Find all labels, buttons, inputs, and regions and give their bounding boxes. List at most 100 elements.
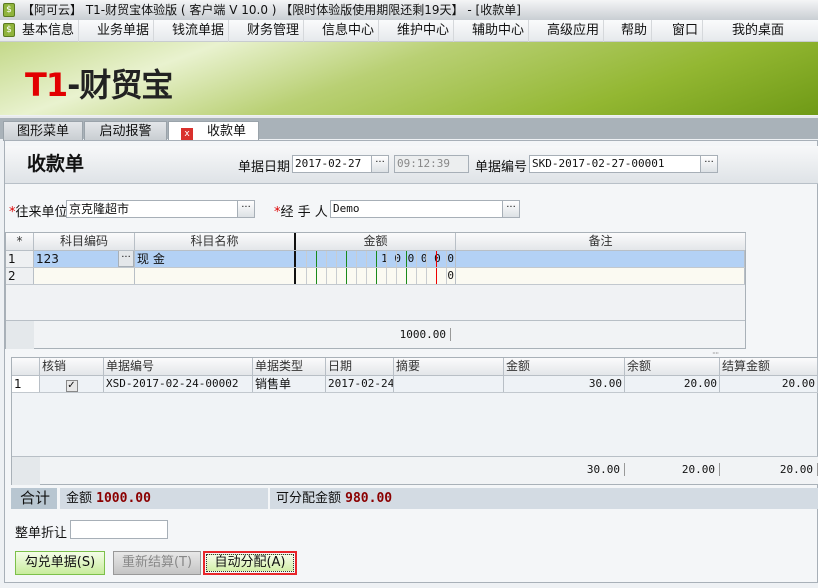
date-field[interactable]: 2017-02-27 [292, 155, 372, 173]
balance: 20.00 [625, 376, 720, 392]
tab-receipt[interactable]: x 收款单 [168, 121, 259, 141]
doc-no-button[interactable]: ··· [700, 155, 718, 173]
tab-graphic-menu[interactable]: 图形菜单 [3, 121, 83, 141]
amount-digit-divider [416, 251, 417, 267]
header-account-code[interactable]: 科目编码 [34, 233, 135, 250]
row-number: 1 [6, 251, 34, 267]
menu-basic-info[interactable]: 基本信息 [18, 20, 80, 42]
header-note[interactable]: 备注 [456, 233, 746, 250]
header-doc-type[interactable]: 单据类型 [253, 358, 326, 375]
doc-no-field[interactable]: SKD-2017-02-27-00001 [529, 155, 701, 173]
partner-label-text: 往来单位 [15, 205, 68, 220]
amount-digit-divider [326, 268, 327, 284]
account-code[interactable] [34, 268, 135, 284]
table-row[interactable]: 2 0 [6, 268, 745, 285]
amount-digits: 0 [447, 269, 454, 282]
amount-digit-divider [336, 268, 337, 284]
menu-assist[interactable]: 辅助中心 [468, 20, 530, 42]
account-name[interactable] [135, 268, 296, 284]
amount-digit-divider [436, 268, 437, 284]
allocatable-label: 可分配金额 [276, 491, 342, 506]
handler-label-text: 经 手 人 [280, 205, 328, 220]
logo: T1-财贸宝 [25, 60, 173, 106]
footer-corner [12, 457, 40, 485]
summary-amount-label: 金额 [66, 491, 93, 506]
table-row[interactable]: 1 ✓ XSD-2017-02-24-00002 销售单 2017-02-24 … [12, 376, 818, 393]
partner-field[interactable]: 京克隆超市 [66, 200, 238, 218]
row-number: 1 [12, 376, 40, 392]
table-row[interactable]: 1 123 ··· 现 金 1 0 0 0 0 0 [6, 251, 745, 268]
doc-type: 销售单 [253, 376, 326, 392]
partner-select-button[interactable]: ··· [237, 200, 255, 218]
date-label: 单据日期 [238, 160, 291, 175]
tab-bar: 图形菜单 启动报警 x 收款单 [0, 116, 818, 141]
app-icon: $ [3, 3, 15, 17]
account-select-button[interactable]: ··· [118, 251, 134, 267]
writeoff-cell: ✓ [40, 376, 104, 392]
header-writeoff[interactable]: 核销 [40, 358, 104, 375]
amount-digit-divider [376, 268, 377, 284]
amount-digit-divider [366, 251, 367, 267]
footer-corner [6, 321, 34, 349]
amount-digit-divider [316, 251, 317, 267]
menu-advanced[interactable]: 高级应用 [543, 20, 605, 42]
summary-label: 合计 [11, 488, 57, 509]
header-settle-amount[interactable]: 结算金额 [720, 358, 818, 375]
menu-cash-docs[interactable]: 钱流单据 [168, 20, 230, 42]
account-code-cell[interactable]: 123 ··· [34, 251, 135, 267]
amount-digit-divider [396, 268, 397, 284]
amount-digit-divider [356, 251, 357, 267]
auto-allocate-button[interactable]: 自动分配(A) [203, 551, 297, 575]
menu-help[interactable]: 帮助 [617, 20, 653, 42]
menu-maintenance[interactable]: 维护中心 [393, 20, 455, 42]
page-title: 收款单 [27, 153, 85, 175]
discount-field[interactable] [70, 520, 168, 539]
amount-digit-divider [406, 251, 407, 267]
balance-total: 20.00 [625, 463, 720, 476]
header-date[interactable]: 日期 [326, 358, 394, 375]
settle-total: 20.00 [720, 463, 818, 476]
header-doc-no[interactable]: 单据编号 [104, 358, 253, 375]
menu-business-docs[interactable]: 业务单据 [93, 20, 155, 42]
tab-alerts[interactable]: 启动报警 [84, 121, 167, 141]
close-tab-icon[interactable]: x [180, 128, 193, 140]
note-cell[interactable] [456, 268, 745, 284]
amount-total: 30.00 [504, 463, 625, 476]
amount-cell[interactable]: 1 0 0 0 0 0 [296, 251, 456, 267]
amount-digit-divider [416, 268, 417, 284]
header-amount[interactable]: 金额 [504, 358, 625, 375]
app-menu-icon[interactable]: $ [3, 23, 15, 37]
amount-digit-divider [306, 268, 307, 284]
partner-label: *往来单位 [9, 201, 68, 220]
match-docs-button[interactable]: 勾兑单据(S) [15, 551, 105, 575]
header-amount[interactable]: 金额 [296, 233, 456, 250]
amount-digit-divider [366, 268, 367, 284]
header-memo[interactable]: 摘要 [394, 358, 504, 375]
writeoff-checkbox[interactable]: ✓ [65, 380, 78, 392]
note-cell[interactable] [456, 251, 745, 267]
menu-bar: $ 基本信息 业务单据 钱流单据 财务管理 信息中心 维护中心 辅助中心 高级应… [0, 20, 818, 42]
logo-text: -财贸宝 [67, 66, 173, 104]
amount-cell[interactable]: 0 [296, 268, 456, 284]
logo-t1: T1 [25, 66, 68, 104]
handler-label: *经 手 人 [274, 201, 328, 220]
menu-desktop[interactable]: 我的桌面 [728, 20, 788, 42]
menu-window[interactable]: 窗口 [668, 20, 704, 42]
settle-amount[interactable]: 20.00 [720, 376, 818, 392]
header-balance[interactable]: 余额 [625, 358, 720, 375]
amount-digit-divider [346, 268, 347, 284]
grid-footer: 1000.00 [6, 320, 745, 349]
amount-digit-divider [306, 251, 307, 267]
menu-finance[interactable]: 财务管理 [243, 20, 305, 42]
amount-digit-divider [316, 268, 317, 284]
menu-info-center[interactable]: 信息中心 [318, 20, 380, 42]
handler-field[interactable]: Demo [330, 200, 503, 218]
header-account-name[interactable]: 科目名称 [135, 233, 296, 250]
recalculate-button[interactable]: 重新结算(T) [113, 551, 201, 575]
amount-digit-divider [396, 251, 397, 267]
amount-digit-divider [336, 251, 337, 267]
account-name[interactable]: 现 金 [135, 251, 296, 267]
handler-select-button[interactable]: ··· [502, 200, 520, 218]
amount-digit-divider [446, 251, 447, 267]
date-picker-button[interactable]: ··· [371, 155, 389, 173]
